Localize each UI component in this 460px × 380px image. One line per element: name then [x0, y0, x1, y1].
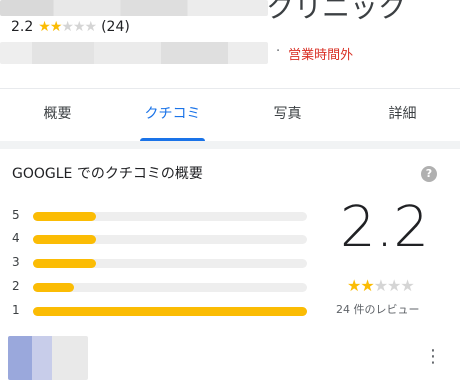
rating-bar-track — [33, 307, 307, 316]
star-empty-icon: ★ — [373, 276, 388, 295]
star-empty-icon: ★ — [400, 276, 414, 295]
tab-photos[interactable]: 写真 — [230, 89, 345, 141]
open-status: · 営業時間外 — [276, 44, 353, 63]
address-blurred — [0, 42, 268, 64]
star-empty-icon: ★ — [72, 19, 86, 35]
rating-bar-fill — [33, 212, 97, 221]
rating-bar-3[interactable]: 3 — [0, 255, 320, 270]
status-text: 営業時間外 — [288, 48, 354, 63]
rating-bar-label: 2 — [12, 279, 20, 293]
reviews-summary-title: GOOGLE でのクチコミの概要 — [12, 166, 203, 182]
rating-bar-1[interactable]: 1 — [0, 303, 320, 318]
business-name-blurred — [0, 0, 268, 16]
rating-bar-label: 1 — [12, 303, 20, 317]
more-vert-icon[interactable]: ⋮ — [424, 348, 442, 366]
star-filled-icon: ★ — [38, 19, 51, 35]
rating-bar-track — [33, 235, 307, 244]
average-rating: 2.2 — [340, 195, 430, 260]
rating-summary[interactable]: 2.2 ★ ★ ★ ★ ★ (24) — [11, 19, 130, 35]
tab-bar: 概要 クチコミ 写真 詳細 — [0, 88, 460, 142]
rating-bar-fill — [33, 235, 97, 244]
rating-bar-2[interactable]: 2 — [0, 279, 320, 294]
rating-bar-label: 5 — [12, 208, 20, 222]
section-divider — [0, 141, 460, 149]
rating-count: (24) — [101, 19, 130, 35]
star-empty-icon: ★ — [387, 276, 401, 295]
review-count[interactable]: 24 件のレビュー — [336, 301, 420, 317]
help-icon[interactable]: ? — [421, 166, 437, 182]
tab-reviews[interactable]: クチコミ — [115, 89, 230, 141]
star-filled-icon: ★ — [49, 19, 63, 35]
rating-bar-fill — [33, 283, 75, 292]
rating-bar-label: 3 — [12, 255, 20, 269]
star-empty-icon: ★ — [84, 19, 98, 35]
page-title: クリニック — [266, 0, 407, 24]
star-empty-icon: ★ — [61, 19, 74, 35]
rating-bar-fill — [33, 307, 307, 316]
tab-overview[interactable]: 概要 — [0, 89, 115, 141]
star-filled-icon: ★ — [360, 276, 374, 295]
rating-bar-track — [33, 212, 307, 221]
rating-bar-track — [33, 283, 307, 292]
reviewer-avatar-blurred — [8, 336, 88, 380]
rating-bar-4[interactable]: 4 — [0, 231, 320, 246]
status-separator: · — [276, 44, 281, 59]
rating-bar-5[interactable]: 5 — [0, 208, 320, 223]
rating-stars: ★ ★ ★ ★ ★ — [38, 19, 98, 35]
rating-bar-track — [33, 259, 307, 268]
tab-details[interactable]: 詳細 — [345, 89, 460, 141]
rating-bar-fill — [33, 259, 97, 268]
average-rating-stars: ★ ★ ★ ★ ★ — [347, 276, 415, 295]
rating-bar-label: 4 — [12, 231, 20, 245]
star-filled-icon: ★ — [347, 276, 361, 295]
rating-value: 2.2 — [11, 19, 34, 35]
